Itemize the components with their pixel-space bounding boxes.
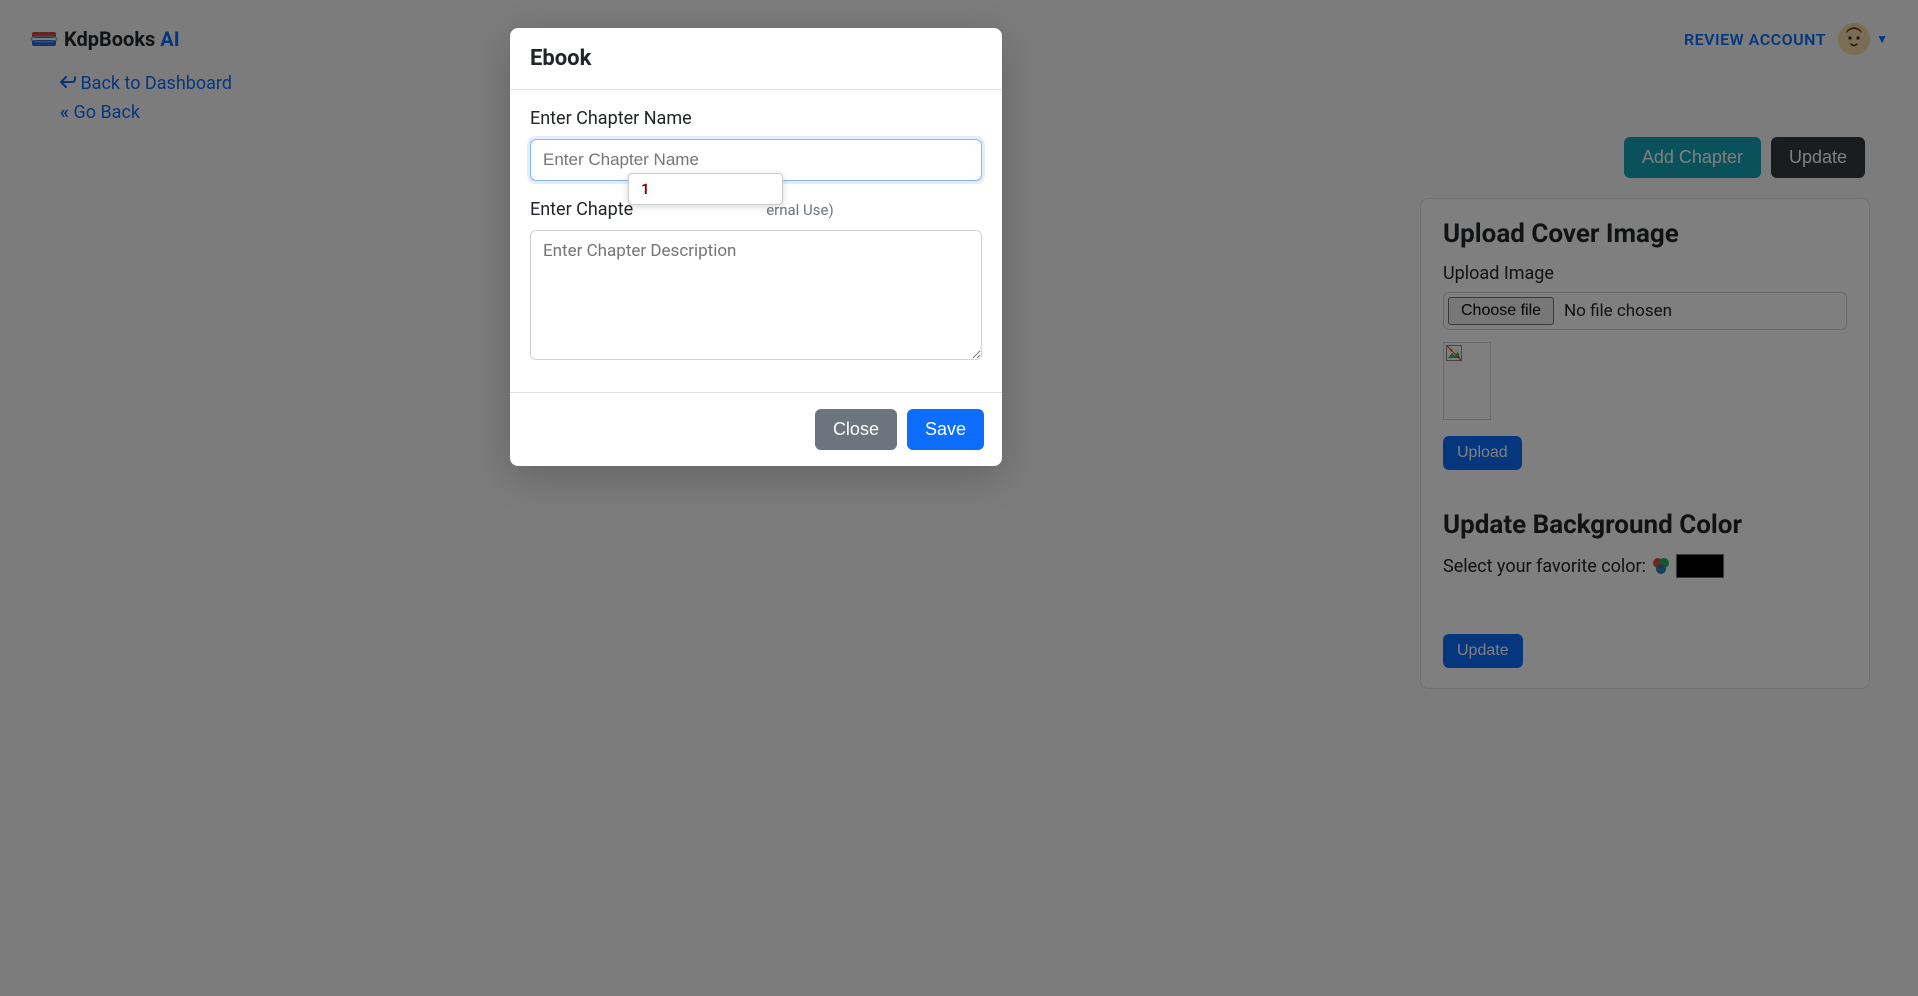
autofill-popup[interactable]: 1: [628, 173, 783, 205]
modal-title: Ebook: [530, 46, 982, 71]
modal-footer: Close Save: [510, 393, 1002, 466]
modal-close-button[interactable]: Close: [815, 409, 897, 450]
autofill-item-1[interactable]: 1: [641, 180, 768, 198]
chapter-desc-textarea[interactable]: [530, 230, 982, 360]
modal-save-button[interactable]: Save: [907, 409, 984, 450]
ebook-modal: Ebook Enter Chapter Name 1 Enter Chapter…: [510, 28, 1002, 466]
modal-body: Enter Chapter Name 1 Enter Chapter Descr…: [510, 90, 1002, 393]
chapter-name-label: Enter Chapter Name: [530, 108, 982, 129]
modal-header: Ebook: [510, 28, 1002, 90]
